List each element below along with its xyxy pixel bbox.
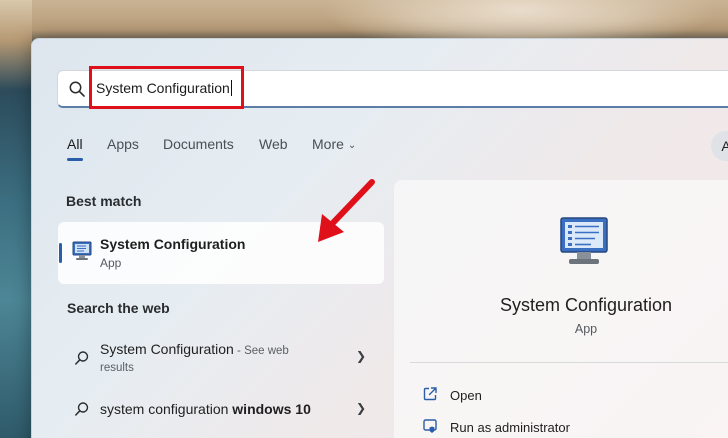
wallpaper-edge <box>0 0 32 438</box>
web-result-1-suffix: - See web <box>233 345 289 357</box>
tab-all-indicator <box>67 158 83 161</box>
tab-more-label: More <box>312 136 344 152</box>
best-match-heading: Best match <box>66 193 142 209</box>
preview-divider <box>410 362 728 363</box>
chevron-right-icon[interactable]: ❯ <box>356 401 366 415</box>
system-configuration-app-icon <box>72 241 92 260</box>
tab-more[interactable]: More ⌄ <box>312 136 356 152</box>
web-result-2[interactable]: system configuration windows 10 <box>100 401 311 417</box>
web-result-2-text: system configuration <box>100 401 233 417</box>
tab-web-label: Web <box>259 136 288 152</box>
web-result-1-text: System Configuration <box>100 341 234 357</box>
best-match-title: System Configuration <box>100 236 246 252</box>
preview-app-title: System Configuration <box>499 295 673 315</box>
best-match-type: App <box>100 256 122 270</box>
preview-app-type: App <box>574 322 598 336</box>
search-icon <box>69 81 85 97</box>
tab-documents[interactable]: Documents <box>163 136 234 152</box>
annotation-highlight-box <box>89 66 244 109</box>
search-the-web-heading: Search the web <box>67 300 170 316</box>
tab-documents-label: Documents <box>163 136 234 152</box>
search-icon <box>75 351 89 365</box>
search-icon <box>75 402 89 416</box>
system-configuration-app-icon <box>560 217 608 264</box>
open-external-icon <box>423 387 437 401</box>
tab-web[interactable]: Web <box>259 136 288 152</box>
selection-indicator <box>59 243 62 263</box>
open-action[interactable]: Open <box>450 388 482 403</box>
chevron-right-icon[interactable]: ❯ <box>356 349 366 363</box>
chevron-down-icon: ⌄ <box>347 140 357 151</box>
shield-icon <box>423 419 437 433</box>
tab-apps-label: Apps <box>107 136 139 152</box>
tab-all[interactable]: All <box>67 136 83 152</box>
tab-all-label: All <box>67 136 83 152</box>
tab-apps[interactable]: Apps <box>107 136 139 152</box>
web-result-2-bold: windows 10 <box>232 401 311 417</box>
run-as-administrator-action[interactable]: Run as administrator <box>450 420 570 435</box>
web-result-1[interactable]: System Configuration - See web <box>100 341 289 357</box>
web-result-1-suffix-line2: results <box>100 362 134 374</box>
annotation-arrow <box>318 179 375 242</box>
